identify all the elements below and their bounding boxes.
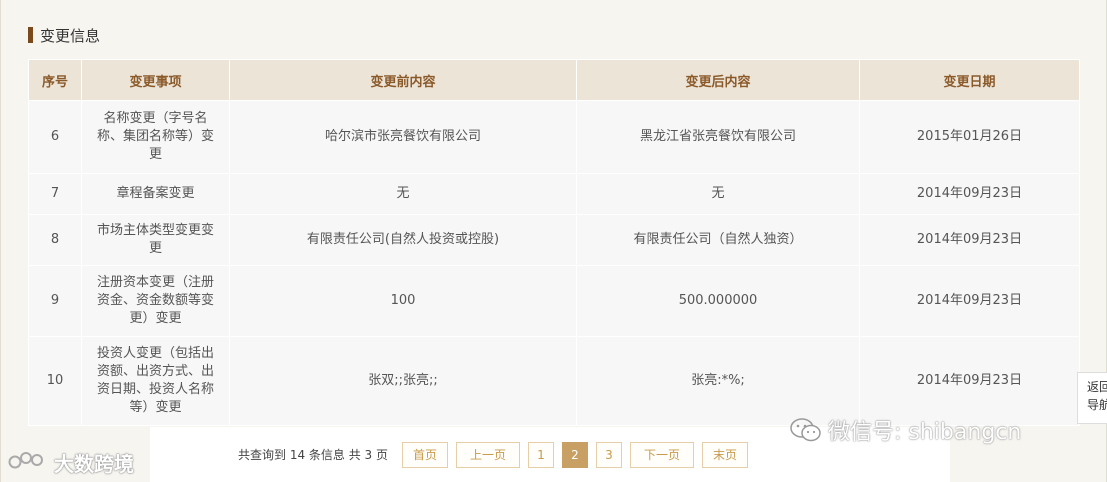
table-header-row: 序号 变更事项 变更前内容 变更后内容 变更日期 xyxy=(28,59,1080,101)
header-after: 变更后内容 xyxy=(576,59,860,101)
cell-item: 注册资本变更（注册资金、资金数额等变更）变更 xyxy=(81,265,230,337)
section-marker xyxy=(28,27,33,43)
change-info-table: 序号 变更事项 变更前内容 变更后内容 变更日期 6 名称变更（字号名称、集团名… xyxy=(28,59,1080,426)
last-page-button[interactable]: 末页 xyxy=(701,441,748,468)
cell-no: 7 xyxy=(28,173,82,215)
table-row: 8 市场主体类型变更变更 有限责任公司(自然人投资或控股) 有限责任公司（自然人… xyxy=(28,214,1080,266)
cell-before: 张双;;张亮;; xyxy=(229,336,577,426)
page-2-button[interactable]: 2 xyxy=(561,441,588,468)
header-item: 变更事项 xyxy=(81,59,230,101)
next-page-button[interactable]: 下一页 xyxy=(629,441,694,468)
float-tab-line1: 返回 xyxy=(1087,380,1107,394)
cell-item: 章程备案变更 xyxy=(81,173,230,215)
cell-item: 名称变更（字号名称、集团名称等）变更 xyxy=(81,100,230,174)
cell-before: 100 xyxy=(229,265,577,337)
section-title: 变更信息 xyxy=(40,26,101,45)
float-tab-line2: 导航 xyxy=(1087,398,1107,412)
header-no: 序号 xyxy=(28,59,82,101)
cell-no: 6 xyxy=(28,100,82,174)
left-border xyxy=(0,0,1,482)
cell-no: 10 xyxy=(28,336,82,426)
back-to-nav-tab[interactable]: 返回 导航 xyxy=(1077,372,1107,424)
cell-after: 500.000000 xyxy=(576,265,860,337)
cell-no: 9 xyxy=(28,265,82,337)
section-header: 变更信息 xyxy=(28,26,101,45)
table-row: 6 名称变更（字号名称、集团名称等）变更 哈尔滨市张亮餐饮有限公司 黑龙江省张亮… xyxy=(28,100,1080,174)
cell-date: 2014年09月23日 xyxy=(859,173,1080,215)
header-date: 变更日期 xyxy=(859,59,1080,101)
table-row: 9 注册资本变更（注册资金、资金数额等变更）变更 100 500.000000 … xyxy=(28,265,1080,337)
brand-watermark: 大数跨境 xyxy=(8,447,134,477)
cell-date: 2014年09月23日 xyxy=(859,214,1080,266)
cell-after: 无 xyxy=(576,173,860,215)
cell-no: 8 xyxy=(28,214,82,266)
wechat-watermark-text: 微信号: shibangcn xyxy=(828,420,1022,445)
page-3-button[interactable]: 3 xyxy=(595,441,622,468)
brand-watermark-text: 大数跨境 xyxy=(54,451,134,476)
cell-after: 有限责任公司（自然人独资） xyxy=(576,214,860,266)
cell-before: 哈尔滨市张亮餐饮有限公司 xyxy=(229,100,577,174)
header-before: 变更前内容 xyxy=(229,59,577,101)
first-page-button[interactable]: 首页 xyxy=(401,441,448,468)
cell-date: 2014年09月23日 xyxy=(859,265,1080,337)
prev-page-button[interactable]: 上一页 xyxy=(455,441,520,468)
wechat-watermark: 微信号: shibangcn xyxy=(790,412,1021,448)
page-1-button[interactable]: 1 xyxy=(527,441,554,468)
brand-logo-icon xyxy=(8,452,43,469)
cell-before: 有限责任公司(自然人投资或控股) xyxy=(229,214,577,266)
table-row: 7 章程备案变更 无 无 2014年09月23日 xyxy=(28,173,1080,215)
cell-after: 黑龙江省张亮餐饮有限公司 xyxy=(576,100,860,174)
wechat-icon xyxy=(790,418,821,442)
cell-item: 投资人变更（包括出资额、出资方式、出资日期、投资人名称等）变更 xyxy=(81,336,230,426)
cell-before: 无 xyxy=(229,173,577,215)
cell-item: 市场主体类型变更变更 xyxy=(81,214,230,266)
cell-date: 2015年01月26日 xyxy=(859,100,1080,174)
pagination-info: 共查询到 14 条信息 共 3 页 xyxy=(238,448,388,462)
